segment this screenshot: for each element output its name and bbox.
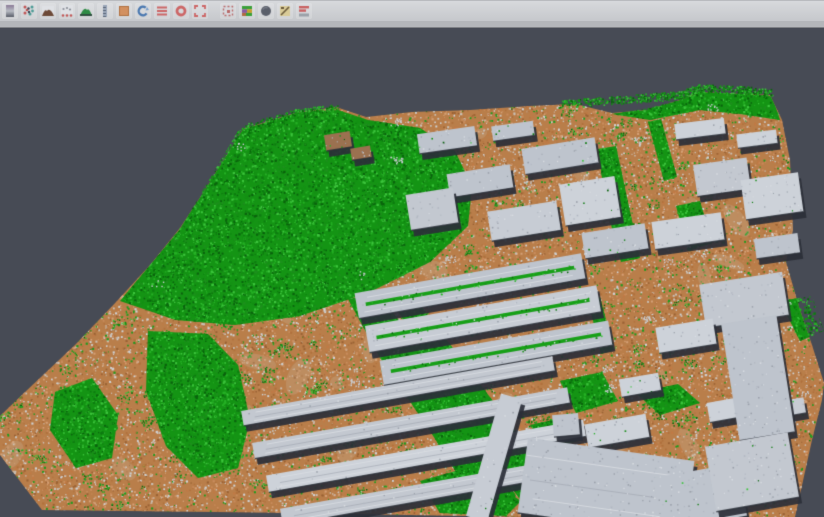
- red-ring-icon[interactable]: [173, 3, 189, 19]
- red-layers-icon[interactable]: [154, 3, 170, 19]
- dem-tile-icon[interactable]: [116, 3, 132, 19]
- grid-select-icon[interactable]: [220, 3, 236, 19]
- grid-select-icon-glyph: [221, 4, 235, 18]
- red-layers-icon-glyph: [155, 4, 169, 18]
- low-points-icon-glyph: [60, 4, 74, 18]
- application-window: { "chrome": { "toolbar_bg_top": "#d7d9dc…: [0, 0, 824, 517]
- dark-sphere-icon-glyph: [259, 4, 273, 18]
- red-ring-icon-glyph: [174, 4, 188, 18]
- red-bars-icon[interactable]: [296, 3, 312, 19]
- slope-tile-icon[interactable]: [277, 3, 293, 19]
- toolbar: [0, 0, 824, 21]
- classified-cloud-icon[interactable]: [239, 3, 255, 19]
- red-bars-icon-glyph: [297, 4, 311, 18]
- green-hill-icon-glyph: [79, 4, 93, 18]
- classified-cloud-icon-glyph: [240, 4, 254, 18]
- ruler-icon[interactable]: [97, 3, 113, 19]
- green-hill-icon[interactable]: [78, 3, 94, 19]
- dem-tile-icon-glyph: [117, 4, 131, 18]
- scatter-points-icon-glyph: [22, 4, 36, 18]
- toolbar-separator: [0, 21, 824, 28]
- rotate-view-icon[interactable]: [135, 3, 151, 19]
- rotate-view-icon-glyph: [136, 4, 150, 18]
- gradient-bar-icon-glyph: [3, 4, 17, 18]
- gradient-bar-icon[interactable]: [2, 3, 18, 19]
- dark-sphere-icon[interactable]: [258, 3, 274, 19]
- extent-brackets-icon-glyph: [193, 4, 207, 18]
- scatter-points-icon[interactable]: [21, 3, 37, 19]
- terrain-hill-icon-glyph: [41, 4, 55, 18]
- extent-brackets-icon[interactable]: [192, 3, 208, 19]
- terrain-hill-icon[interactable]: [40, 3, 56, 19]
- low-points-icon[interactable]: [59, 3, 75, 19]
- viewport-3d-pointcloud[interactable]: [0, 0, 824, 517]
- ruler-icon-glyph: [98, 4, 112, 18]
- slope-tile-icon-glyph: [278, 4, 292, 18]
